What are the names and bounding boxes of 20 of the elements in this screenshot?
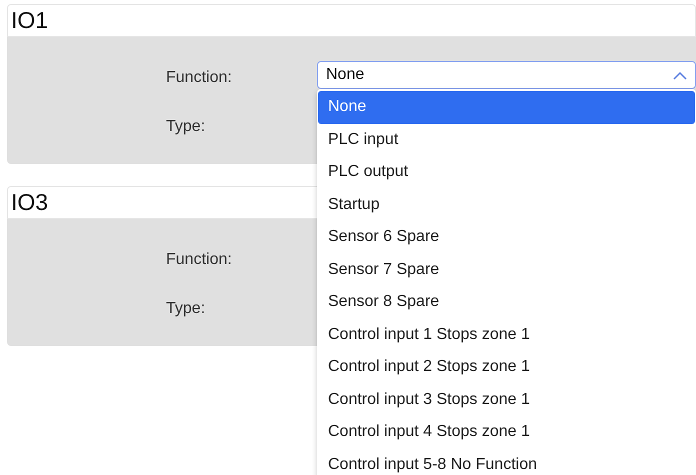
section-title: IO1 (11, 6, 48, 36)
field-label: Function: (166, 68, 233, 88)
dropdown-option[interactable]: Control input 2 Stops zone 1 (318, 351, 695, 384)
field-label: Type: (166, 117, 206, 137)
dropdown-option[interactable]: Sensor 7 Spare (318, 254, 695, 286)
field-label: Type: (166, 299, 206, 319)
dropdown-option[interactable]: PLC output (318, 156, 695, 188)
dropdown-option[interactable]: Sensor 6 Spare (318, 221, 695, 254)
dropdown-option[interactable]: None (318, 91, 695, 124)
dropdown-option[interactable]: PLC input (318, 124, 695, 156)
chevron-up-icon (673, 70, 687, 80)
dropdown-option[interactable]: Sensor 8 Spare (318, 286, 695, 318)
section-title: IO3 (11, 188, 48, 218)
dropdown-option[interactable]: Control input 3 Stops zone 1 (318, 384, 695, 416)
dropdown-option[interactable]: Control input 5-8 No Function (318, 448, 695, 475)
dropdown-option[interactable]: Startup (318, 188, 695, 221)
dropdown-option[interactable]: Control input 1 Stops zone 1 (318, 318, 695, 351)
field-label: Function: (166, 250, 233, 270)
dropdown-option[interactable]: Control input 4 Stops zone 1 (318, 416, 695, 448)
function-select[interactable]: None (317, 61, 696, 89)
